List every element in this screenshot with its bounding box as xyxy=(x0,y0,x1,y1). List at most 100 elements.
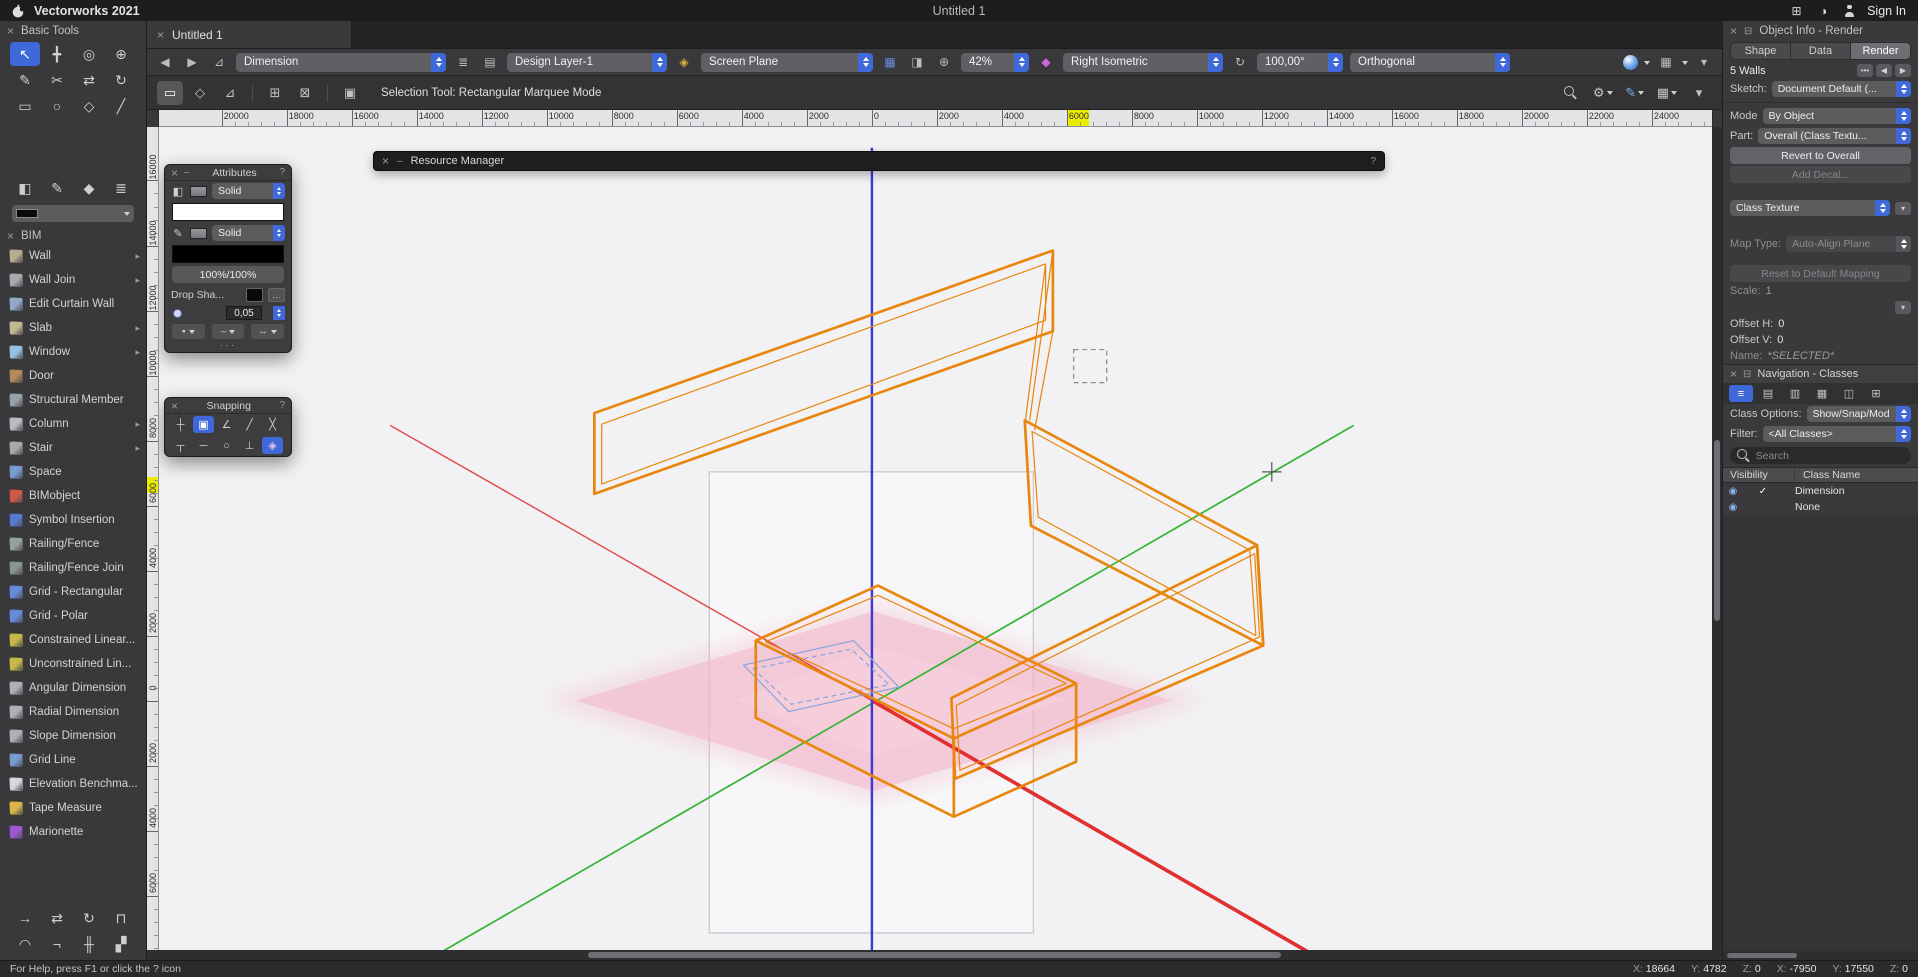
panel-scrollbar[interactable] xyxy=(1723,951,1918,960)
class-name-column-header[interactable]: Class Name xyxy=(1795,469,1918,481)
bim-item-unconstrained-lin[interactable]: Unconstrained Lin... xyxy=(0,652,146,676)
close-tab-icon[interactable]: × xyxy=(157,30,164,40)
bim-item-window[interactable]: Window▸ xyxy=(0,340,146,364)
tab-render[interactable]: Render xyxy=(1851,43,1910,59)
previous-object-button[interactable]: ◀ xyxy=(1876,64,1892,77)
pen-pattern-swatch[interactable] xyxy=(190,228,207,239)
clip-tool[interactable]: ▞ xyxy=(106,932,136,956)
bim-item-slope-dimension[interactable]: Slope Dimension xyxy=(0,724,146,748)
render-options-icon[interactable]: ▦ xyxy=(1654,81,1680,105)
chevron-down-icon[interactable] xyxy=(1644,61,1650,68)
bim-item-tape-measure[interactable]: Tape Measure xyxy=(0,796,146,820)
bim-item-wall-join[interactable]: Wall Join▸ xyxy=(0,268,146,292)
layer-options-icon[interactable]: ≣ xyxy=(453,52,473,72)
chevron-down-icon[interactable] xyxy=(1682,61,1688,68)
sheet-layers-icon[interactable]: ▥ xyxy=(1783,385,1807,402)
render-mode-icon[interactable] xyxy=(1623,55,1638,70)
move-by-points-tool[interactable]: → xyxy=(10,906,40,930)
drawing-area[interactable]: × – Resource Manager ? × – Attributes ? xyxy=(159,127,1712,950)
snap-angle-toggle[interactable]: ∠ xyxy=(216,416,237,433)
bim-item-grid-rectangular[interactable]: Grid - Rectangular xyxy=(0,580,146,604)
active-plane-select[interactable]: Screen Plane xyxy=(701,53,873,72)
chamfer-tool[interactable]: ¬ xyxy=(42,932,72,956)
close-icon[interactable]: × xyxy=(7,231,14,241)
bim-item-structural-member[interactable]: Structural Member xyxy=(0,388,146,412)
control-center-icon[interactable]: ◑ xyxy=(1816,3,1831,18)
fill-pattern-swatch[interactable] xyxy=(190,186,207,197)
attr-pen-tool[interactable]: ✎ xyxy=(42,176,72,200)
grid-options-icon[interactable]: ▦ xyxy=(1656,52,1676,72)
attr-style-tool[interactable]: ≣ xyxy=(106,176,136,200)
line-tool[interactable]: ╱ xyxy=(106,94,136,118)
vertical-scrollbar[interactable] xyxy=(1712,127,1722,950)
view-angle-select[interactable]: 100,00° xyxy=(1257,53,1343,72)
bim-item-symbol-insertion[interactable]: Symbol Insertion xyxy=(0,508,146,532)
trim-tool[interactable]: ╫ xyxy=(74,932,104,956)
snap-working-plane-toggle[interactable]: ◈ xyxy=(262,437,283,454)
offset-h-value[interactable]: 0 xyxy=(1778,318,1784,330)
interactive-scaling-off-button[interactable]: ⊞ xyxy=(262,81,288,105)
visibility-eye-icon[interactable]: ◉ xyxy=(1723,502,1743,513)
bim-item-grid-line[interactable]: Grid Line xyxy=(0,748,146,772)
arrowhead-select[interactable]: ↔ xyxy=(251,324,284,339)
active-layer-select[interactable]: Design Layer-1 xyxy=(507,53,667,72)
minimize-icon[interactable]: – xyxy=(397,156,403,167)
panel-scrollbar-thumb[interactable] xyxy=(1727,953,1797,958)
help-icon[interactable]: ? xyxy=(1370,156,1376,167)
snap-smart-point-toggle[interactable]: ─ xyxy=(193,437,214,454)
rotate-tool[interactable]: ↻ xyxy=(106,68,136,92)
vertical-scrollbar-thumb[interactable] xyxy=(1714,440,1720,621)
help-icon[interactable]: ? xyxy=(279,400,285,411)
drop-shadow-swatch[interactable] xyxy=(246,288,263,302)
sign-in-button[interactable]: Sign In xyxy=(1867,4,1906,18)
line-type-select[interactable]: – xyxy=(212,324,245,339)
minimize-icon[interactable]: – xyxy=(184,167,190,178)
settings-gear-icon[interactable]: ⚙ xyxy=(1590,81,1616,105)
close-icon[interactable]: × xyxy=(7,26,14,36)
mirror-2d-tool[interactable]: ⇄ xyxy=(42,906,72,930)
snap-distance-toggle[interactable]: ┬ xyxy=(170,437,191,454)
snap-object-toggle[interactable]: ▣ xyxy=(193,416,214,433)
help-icon[interactable]: ? xyxy=(279,167,285,178)
bim-item-grid-polar[interactable]: Grid - Polar xyxy=(0,604,146,628)
app-name[interactable]: Vectorworks 2021 xyxy=(34,4,140,18)
bim-item-door[interactable]: Door xyxy=(0,364,146,388)
next-object-button[interactable]: ▶ xyxy=(1895,64,1911,77)
zoom-icon[interactable]: ⊕ xyxy=(934,52,954,72)
bim-item-railing-fence-join[interactable]: Railing/Fence Join xyxy=(0,556,146,580)
saved-views-icon[interactable]: ◫ xyxy=(1837,385,1861,402)
line-weight-value[interactable]: 0,05 xyxy=(226,306,262,320)
attr-fill-tool[interactable]: ◆ xyxy=(74,176,104,200)
user-account-icon[interactable] xyxy=(1843,5,1855,17)
fillet-tool[interactable]: ◠ xyxy=(10,932,40,956)
bim-item-radial-dimension[interactable]: Radial Dimension xyxy=(0,700,146,724)
tab-shape[interactable]: Shape xyxy=(1731,43,1791,59)
visibility-eye-icon[interactable]: ◉ xyxy=(1723,486,1743,497)
view-select[interactable]: Right Isometric xyxy=(1063,53,1223,72)
bim-item-marionette[interactable]: Marionette xyxy=(0,820,146,844)
interactive-scaling-on-button[interactable]: ⊠ xyxy=(292,81,318,105)
snap-intersection-toggle[interactable]: ╳ xyxy=(262,416,283,433)
polygon-mode-button[interactable]: ⊿ xyxy=(217,81,243,105)
lasso-mode-button[interactable]: ◇ xyxy=(187,81,213,105)
tool-attribute-select[interactable] xyxy=(12,205,134,222)
stepper[interactable] xyxy=(273,306,285,320)
bim-item-railing-fence[interactable]: Railing/Fence xyxy=(0,532,146,556)
texture-select[interactable]: Class Texture xyxy=(1730,200,1890,216)
snap-grid-toggle[interactable]: ┼ xyxy=(170,416,191,433)
visibility-column-header[interactable]: Visibility xyxy=(1723,469,1795,481)
rectangle-tool[interactable]: ▭ xyxy=(10,94,40,118)
bim-item-column[interactable]: Column▸ xyxy=(0,412,146,436)
references-icon[interactable]: ⊞ xyxy=(1864,385,1888,402)
attribute-brush-icon[interactable]: ✎ xyxy=(1622,81,1648,105)
tab-data[interactable]: Data xyxy=(1791,43,1851,59)
plane-indicator-icon[interactable]: ◈ xyxy=(674,52,694,72)
line-thickness-select[interactable]: ▪ xyxy=(172,324,205,339)
dock-icon[interactable]: ⊟ xyxy=(1743,369,1751,380)
texture-size-caret[interactable]: ▾ xyxy=(1895,301,1911,314)
part-select[interactable]: Overall (Class Textu... xyxy=(1758,128,1911,144)
snap-tangent-toggle[interactable]: ○ xyxy=(216,437,237,454)
snapping-palette[interactable]: × Snapping ? ┼▣∠╱╳┬─○⊥◈ xyxy=(164,397,292,457)
close-icon[interactable]: × xyxy=(382,156,389,166)
drop-shadow-options-button[interactable]: … xyxy=(268,288,285,302)
